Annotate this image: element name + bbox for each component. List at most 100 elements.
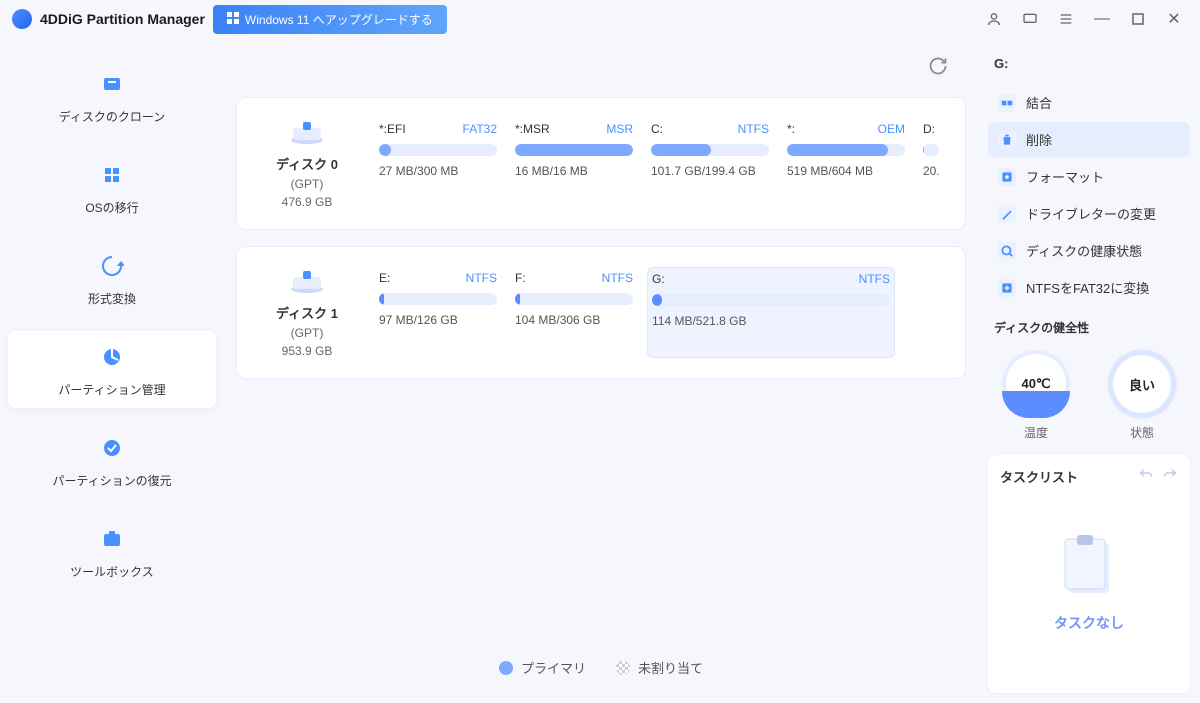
action-0[interactable]: 結合 [988, 85, 1190, 120]
partition-letter: *: [787, 122, 795, 136]
sidebar-label: 形式変換 [88, 290, 136, 307]
primary-dot-icon [499, 661, 513, 675]
health-state: 良い 状態 [1108, 350, 1176, 441]
disk-type: (GPT) [291, 326, 324, 340]
action-icon-4 [998, 242, 1016, 260]
partition-fs: OEM [878, 122, 905, 136]
sidebar-label: パーティション管理 [58, 381, 165, 398]
legend-unallocated-label: 未割り当て [638, 658, 703, 677]
sidebar-item-3[interactable]: パーティション管理 [8, 331, 216, 408]
partition-usage: 20. [923, 164, 937, 178]
action-icon-2 [998, 168, 1016, 186]
partition-usage: 519 MB/604 MB [787, 164, 905, 178]
sidebar-icon-3 [96, 341, 128, 373]
partition-bar [652, 294, 890, 306]
legend: プライマリ 未割り当て [236, 650, 966, 685]
state-gauge-icon: 良い [1108, 350, 1176, 418]
partition-letter: E: [379, 271, 390, 285]
refresh-icon[interactable] [928, 56, 948, 81]
partition-usage: 27 MB/300 MB [379, 164, 497, 178]
disk-icon [287, 118, 327, 146]
action-3[interactable]: ドライブレターの変更 [988, 196, 1190, 231]
action-label: 削除 [1026, 130, 1052, 149]
partition-fs: FAT32 [463, 122, 497, 136]
partitions-row: E:NTFS97 MB/126 GBF:NTFS104 MB/306 GBG:N… [375, 267, 951, 358]
selected-drive-title: G: [988, 56, 1190, 71]
windows-icon [227, 12, 239, 27]
sidebar-icon-5 [96, 523, 128, 555]
partition-usage: 104 MB/306 GB [515, 313, 633, 327]
partition-bar [379, 293, 497, 305]
action-label: NTFSをFAT32に変換 [1026, 278, 1149, 297]
action-label: 結合 [1026, 93, 1052, 112]
action-2[interactable]: フォーマット [988, 159, 1190, 194]
partition-0-1[interactable]: *:MSRMSR16 MB/16 MB [511, 118, 637, 209]
sidebar: ディスクのクローン OSの移行形式変換パーティション管理パーティションの復元ツール… [0, 38, 224, 703]
redo-icon[interactable] [1162, 467, 1178, 486]
sidebar-label: OSの移行 [85, 199, 138, 216]
right-panel: G: 結合削除フォーマットドライブレターの変更ディスクの健康状態 NTFSをFAT… [978, 38, 1200, 703]
undo-icon[interactable] [1138, 467, 1154, 486]
sidebar-item-0[interactable]: ディスクのクローン [8, 58, 216, 135]
sidebar-label: ディスクのクローン [59, 108, 166, 125]
partition-1-0[interactable]: E:NTFS97 MB/126 GB [375, 267, 501, 358]
partition-0-3[interactable]: *: OEM 519 MB/604 MB [783, 118, 909, 209]
partition-fs: NTFS [859, 272, 890, 286]
task-list-panel: タスクリスト タスクなし [988, 455, 1190, 693]
sidebar-item-5[interactable]: ツールボックス [8, 513, 216, 590]
disk-size: 476.9 GB [282, 195, 333, 209]
action-list: 結合削除フォーマットドライブレターの変更ディスクの健康状態 NTFSをFAT32に… [988, 85, 1190, 305]
action-label: フォーマット [1026, 167, 1104, 186]
legend-primary-label: プライマリ [521, 658, 586, 677]
partition-usage: 97 MB/126 GB [379, 313, 497, 327]
no-task-label: タスクなし [1054, 613, 1124, 633]
partition-fs: MSR [606, 122, 633, 136]
partition-bar [379, 144, 497, 156]
partition-0-0[interactable]: *:EFI FAT32 27 MB/300 MB [375, 118, 501, 209]
sidebar-item-1[interactable]: OSの移行 [8, 149, 216, 226]
action-icon-5 [998, 279, 1016, 297]
partition-bar [787, 144, 905, 156]
disk-card-1: ディスク 1(GPT)953.9 GBE:NTFS97 MB/126 GBF:N… [236, 246, 966, 379]
partition-0-4[interactable]: D:20. [919, 118, 941, 209]
sidebar-item-2[interactable]: 形式変換 [8, 240, 216, 317]
tasklist-title: タスクリスト [1000, 467, 1078, 486]
action-4[interactable]: ディスクの健康状態 [988, 233, 1190, 268]
health-title: ディスクの健全性 [988, 319, 1190, 336]
disk-type: (GPT) [291, 177, 324, 191]
maximize-icon[interactable] [1124, 5, 1152, 33]
partition-1-1[interactable]: F:NTFS104 MB/306 GB [511, 267, 637, 358]
disk-icon [287, 267, 327, 295]
titlebar: 4DDiG Partition Manager Windows 11 へアップグ… [0, 0, 1200, 38]
disk-name: ディスク 1 [276, 303, 338, 322]
partition-1-2[interactable]: G:NTFS114 MB/521.8 GB [647, 267, 895, 358]
upgrade-label: Windows 11 へアップグレードする [245, 11, 433, 28]
minimize-icon[interactable]: — [1088, 5, 1116, 33]
app-title: 4DDiG Partition Manager [40, 11, 205, 27]
partition-fs: NTFS [602, 271, 633, 285]
sidebar-item-4[interactable]: パーティションの復元 [8, 422, 216, 499]
action-5[interactable]: NTFSをFAT32に変換 [988, 270, 1190, 305]
partitions-row: *:EFIFAT3227 MB/300 MB*:MSRMSR16 MB/16 M… [375, 118, 951, 209]
action-label: ドライブレターの変更 [1026, 204, 1156, 223]
feedback-icon[interactable] [1016, 5, 1044, 33]
partition-fs: NTFS [738, 122, 769, 136]
disk-size: 953.9 GB [282, 344, 333, 358]
disk-name: ディスク 0 [276, 154, 338, 173]
user-icon[interactable] [980, 5, 1008, 33]
menu-icon[interactable] [1052, 5, 1080, 33]
app-logo-icon [12, 9, 32, 29]
legend-unallocated: 未割り当て [616, 658, 703, 677]
partition-letter: *:EFI [379, 122, 406, 136]
partition-bar [651, 144, 769, 156]
action-1[interactable]: 削除 [988, 122, 1190, 157]
clipboard-icon [1061, 535, 1117, 599]
partition-letter: *:MSR [515, 122, 550, 136]
legend-primary: プライマリ [499, 658, 586, 677]
sidebar-icon-4 [96, 432, 128, 464]
sidebar-icon-1 [96, 159, 128, 191]
close-icon[interactable]: ✕ [1160, 5, 1188, 33]
upgrade-button[interactable]: Windows 11 へアップグレードする [213, 5, 447, 34]
partition-0-2[interactable]: C:NTFS101.7 GB/199.4 GB [647, 118, 773, 209]
partition-letter: C: [651, 122, 663, 136]
